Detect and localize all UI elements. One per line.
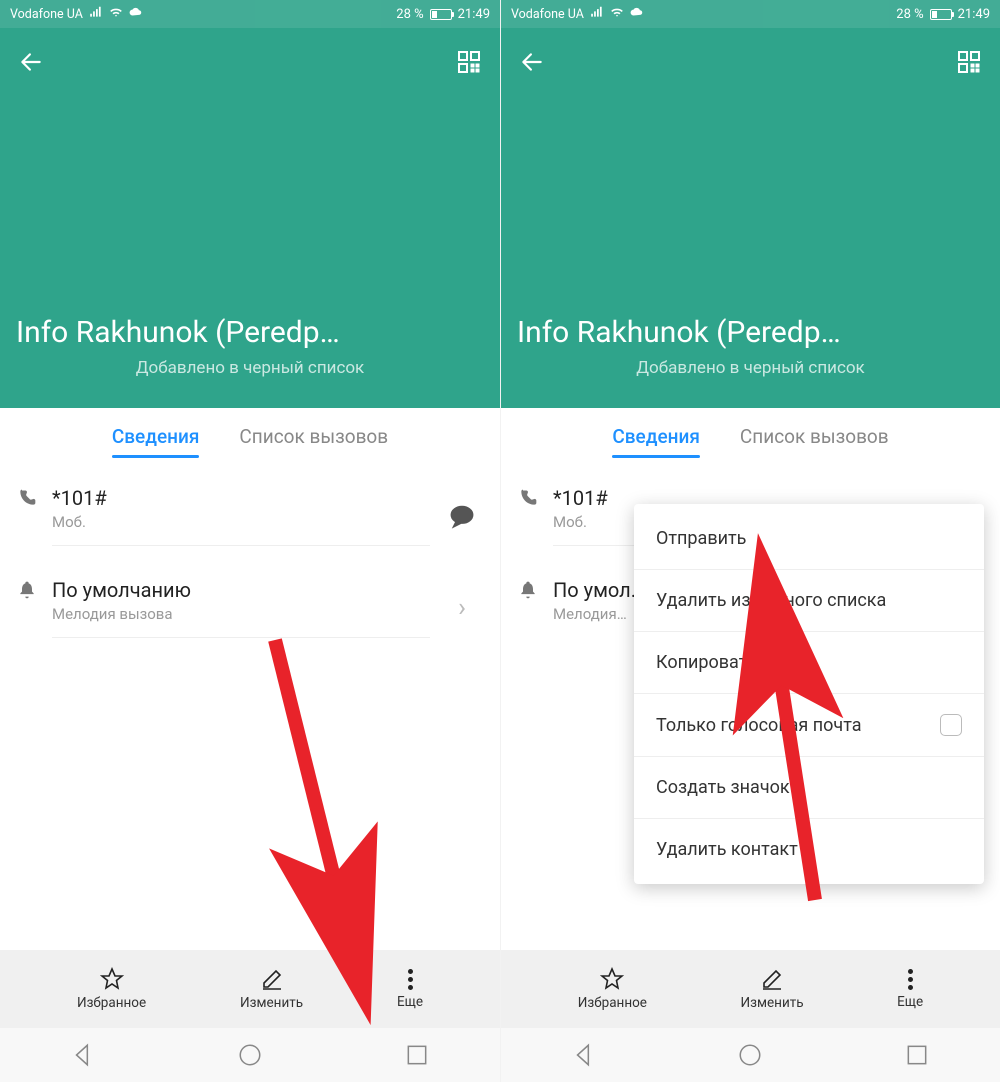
menu-send[interactable]: Отправить — [634, 508, 984, 569]
battery-percent: 28 % — [896, 7, 923, 22]
signal-icon — [590, 5, 604, 23]
phone-icon — [16, 488, 38, 508]
contact-name: Info Rakhunok (Peredp… — [16, 315, 484, 350]
favorite-button[interactable]: Избранное — [77, 967, 146, 1011]
status-bar: Vodafone UA 28 % 21:49 — [501, 0, 1000, 28]
more-button[interactable]: Еще — [897, 969, 923, 1010]
carrier-label: Vodafone UA — [511, 7, 584, 22]
ringtone-sub: Мелодия вызова — [52, 605, 430, 623]
contact-header: Info Rakhunok (Peredp… Добавлено в черны… — [501, 28, 1000, 408]
edit-label: Изменить — [741, 995, 804, 1011]
menu-create-shortcut[interactable]: Создать значок — [634, 756, 984, 818]
menu-delete-contact[interactable]: Удалить контакт — [634, 818, 984, 880]
bell-icon — [517, 580, 539, 600]
signal-icon — [89, 5, 103, 23]
ringtone-row[interactable]: По умолчанию Мелодия вызова › — [0, 562, 500, 654]
more-label: Еще — [897, 994, 923, 1010]
phone-icon — [517, 488, 539, 508]
cloud-icon — [129, 5, 143, 23]
cloud-icon — [630, 5, 644, 23]
phone-number: *101# — [52, 486, 430, 510]
menu-remove-blacklist[interactable]: Удалить из черного списка — [634, 569, 984, 631]
phone-screen-left: Vodafone UA 28 % 21:49 Info Rakhunok (Pe… — [0, 0, 500, 1082]
battery-icon — [430, 9, 452, 20]
tabs: Сведения Список вызовов — [0, 408, 500, 470]
ringtone-title: По умолчанию — [52, 578, 430, 602]
nav-recent[interactable] — [904, 1042, 930, 1068]
favorite-button[interactable]: Избранное — [578, 967, 647, 1011]
phone-row[interactable]: *101# Моб. — [0, 470, 500, 562]
nav-recent[interactable] — [404, 1042, 430, 1068]
contact-subtitle: Добавлено в черный список — [16, 358, 484, 378]
edit-button[interactable]: Изменить — [240, 967, 303, 1011]
phone-type: Моб. — [52, 513, 430, 531]
favorite-label: Избранное — [578, 995, 647, 1011]
qr-icon[interactable] — [454, 47, 484, 77]
tab-details[interactable]: Сведения — [612, 425, 700, 454]
back-button[interactable] — [16, 47, 46, 77]
more-label: Еще — [397, 994, 423, 1010]
back-button[interactable] — [517, 47, 547, 77]
tab-calllog[interactable]: Список вызовов — [239, 425, 388, 454]
bell-icon — [16, 580, 38, 600]
wifi-icon — [109, 5, 123, 23]
carrier-label: Vodafone UA — [10, 7, 83, 22]
contact-header: Info Rakhunok (Peredp… Добавлено в черны… — [0, 28, 500, 408]
qr-icon[interactable] — [954, 47, 984, 77]
favorite-label: Избранное — [77, 995, 146, 1011]
clock: 21:49 — [958, 7, 990, 22]
more-icon — [408, 969, 413, 990]
status-bar: Vodafone UA 28 % 21:49 — [0, 0, 500, 28]
nav-bar — [0, 1028, 500, 1082]
menu-copy[interactable]: Копировать — [634, 631, 984, 693]
clock: 21:49 — [458, 7, 490, 22]
battery-icon — [930, 9, 952, 20]
more-button[interactable]: Еще — [397, 969, 423, 1010]
edit-label: Изменить — [240, 995, 303, 1011]
message-icon[interactable] — [444, 502, 480, 530]
phone-screen-right: Vodafone UA 28 % 21:49 Info Rakhunok (Pe… — [500, 0, 1000, 1082]
nav-home[interactable] — [237, 1042, 263, 1068]
bottom-bar: Избранное Изменить Еще — [0, 950, 500, 1028]
edit-button[interactable]: Изменить — [741, 967, 804, 1011]
tab-calllog[interactable]: Список вызовов — [740, 425, 889, 454]
checkbox-icon[interactable] — [940, 714, 962, 736]
contact-name: Info Rakhunok (Peredp… — [517, 315, 984, 350]
chevron-right-icon: › — [444, 593, 480, 623]
nav-back[interactable] — [571, 1042, 597, 1068]
wifi-icon — [610, 5, 624, 23]
content-area: *101# Моб. По умолчанию Мелодия вызова › — [0, 470, 500, 950]
context-menu: Отправить Удалить из черного списка Копи… — [634, 504, 984, 884]
more-icon — [908, 969, 913, 990]
nav-bar — [501, 1028, 1000, 1082]
battery-percent: 28 % — [396, 7, 423, 22]
bottom-bar: Избранное Изменить Еще — [501, 950, 1000, 1028]
menu-voicemail-only[interactable]: Только голосовая почта — [634, 693, 984, 756]
nav-back[interactable] — [70, 1042, 96, 1068]
tabs: Сведения Список вызовов — [501, 408, 1000, 470]
tab-details[interactable]: Сведения — [112, 425, 200, 454]
nav-home[interactable] — [737, 1042, 763, 1068]
contact-subtitle: Добавлено в черный список — [517, 358, 984, 378]
